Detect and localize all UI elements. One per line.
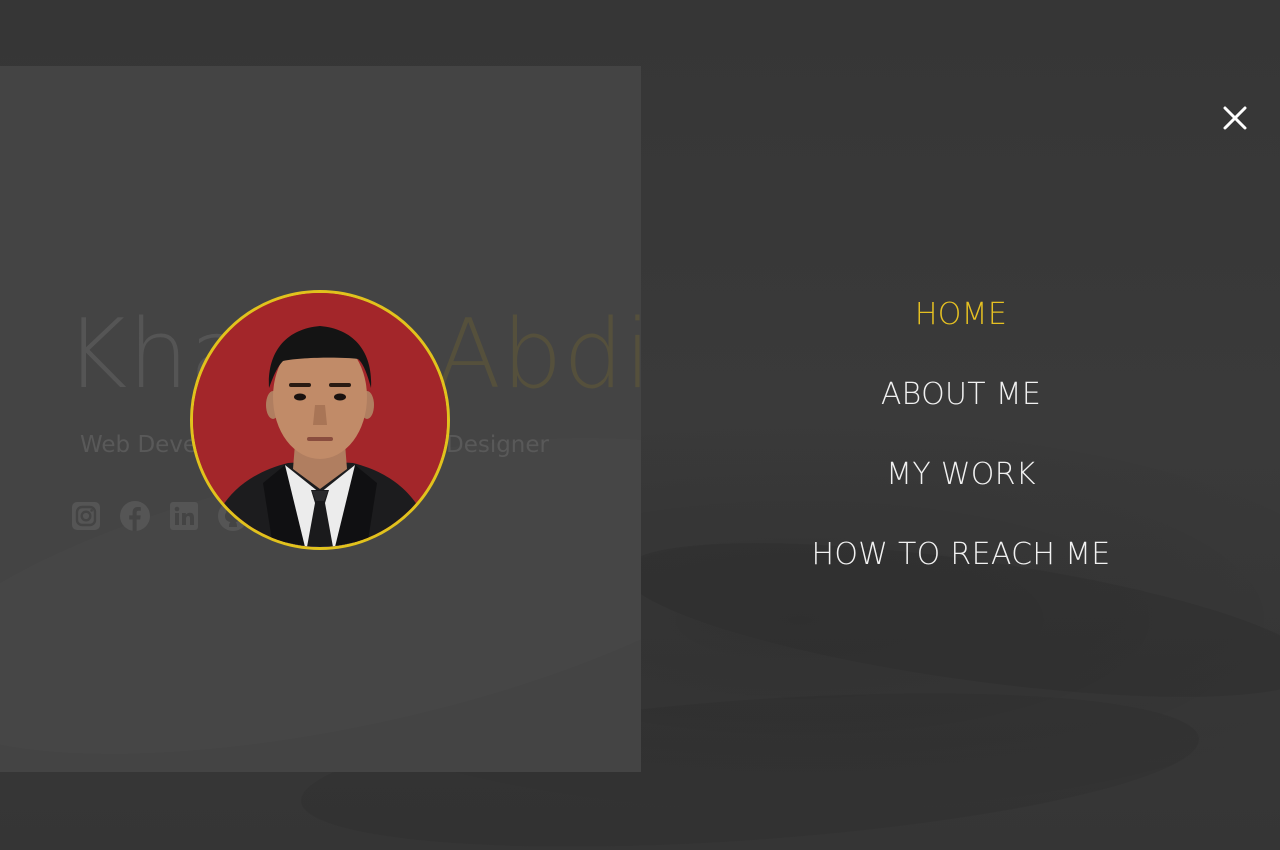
- main-menu: HOME ABOUT ME MY WORK HOW TO REACH ME: [642, 275, 1280, 595]
- menu-item-my-work[interactable]: MY WORK: [642, 435, 1280, 515]
- hero-last-name: Abdi: [435, 300, 652, 410]
- close-menu-button[interactable]: [1216, 99, 1254, 137]
- menu-item-about-me[interactable]: ABOUT ME: [642, 355, 1280, 435]
- menu-item-how-to-reach-me[interactable]: HOW TO REACH ME: [642, 515, 1280, 595]
- profile-avatar: [190, 290, 450, 550]
- instagram-icon: [72, 502, 100, 530]
- close-icon: [1223, 106, 1247, 130]
- linkedin-icon: [170, 502, 198, 530]
- linkedin-link[interactable]: [168, 500, 200, 532]
- instagram-link[interactable]: [70, 500, 102, 532]
- facebook-link[interactable]: [119, 500, 151, 532]
- facebook-icon: [120, 501, 150, 531]
- profile-photo: [193, 293, 447, 547]
- menu-item-home[interactable]: HOME: [642, 275, 1280, 355]
- page: Khairul Abdi Web Developer, Programmer &…: [0, 0, 1280, 850]
